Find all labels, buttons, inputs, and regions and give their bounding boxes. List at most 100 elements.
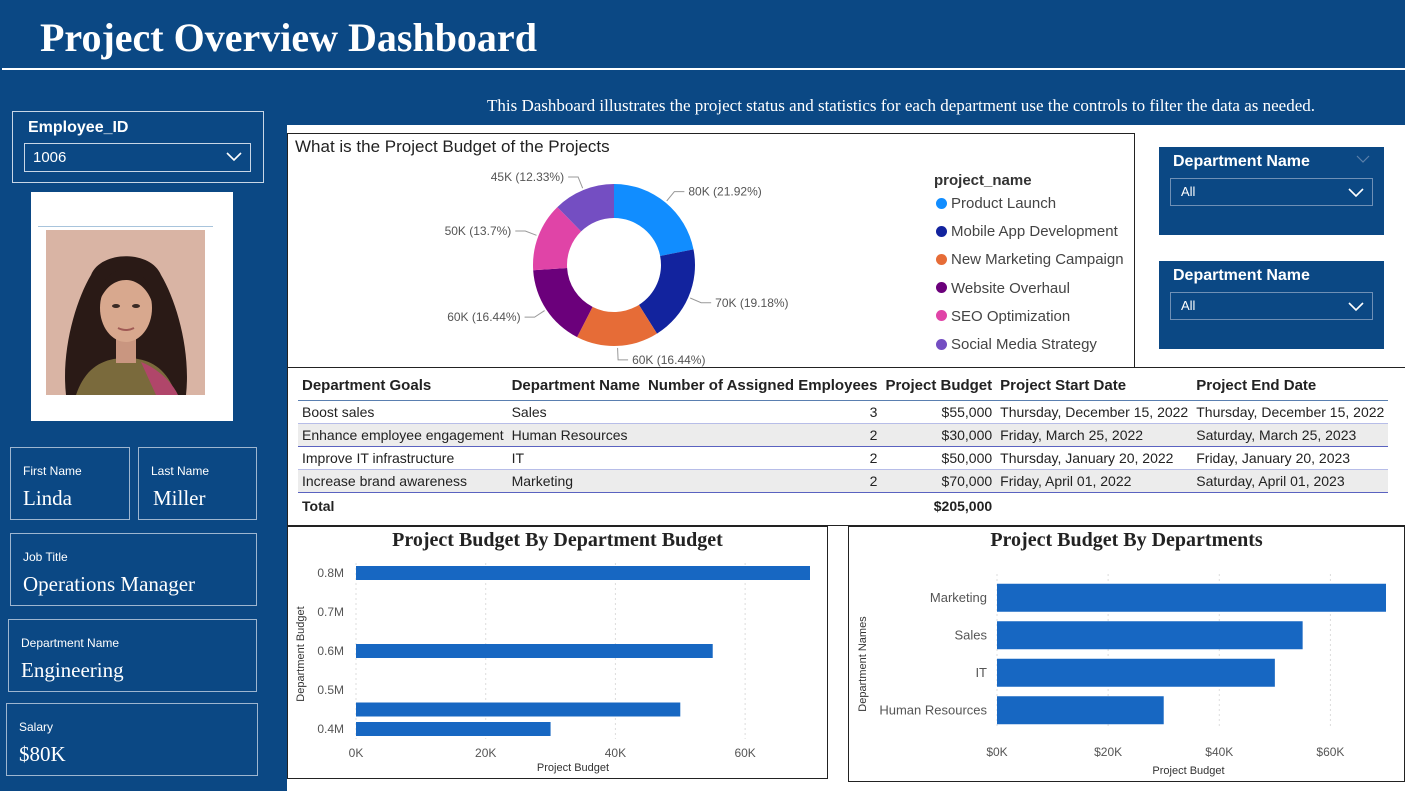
leader-line <box>617 347 629 361</box>
slice-label: 60K (16.44%) <box>447 310 520 324</box>
total-label: Total <box>302 498 335 514</box>
legend-marker <box>936 225 947 237</box>
table-cell: Increase brand awareness <box>298 469 508 493</box>
salary-value: $80K <box>19 742 66 766</box>
legend-item[interactable]: Product Launch <box>936 195 1056 212</box>
table-row[interactable]: Boost sales Sales 3 $55,000 Thursday, De… <box>298 400 1389 424</box>
table-cell: $50,000 <box>881 446 997 470</box>
column-header[interactable]: Project Start Date <box>996 372 1193 401</box>
budget-by-departments-panel: Project Budget By Departments $0K $20K $40… <box>848 526 1405 782</box>
leader-line <box>524 310 545 318</box>
table-cell: Human Resources <box>507 423 644 447</box>
legend-label: New Marketing Campaign <box>951 251 1124 269</box>
table-row[interactable]: Enhance employee engagement Human Resour… <box>298 423 1389 447</box>
table-header-row: Department Goals Department Name Number … <box>298 372 1389 401</box>
bar <box>997 621 1303 650</box>
x-tick-label: 40K <box>605 746 626 760</box>
chevron-down-icon <box>226 152 242 162</box>
legend-label: Social Media Strategy <box>951 336 1097 353</box>
column-header[interactable]: Project End Date <box>1192 372 1389 401</box>
legend-label: SEO Optimization <box>951 307 1071 325</box>
column-header[interactable]: Department Goals <box>298 372 508 401</box>
table-row[interactable]: Improve IT infrastructure IT 2 $50,000 T… <box>298 446 1389 470</box>
employee-id-dropdown[interactable]: 1006 <box>24 143 251 172</box>
table-cell: Thursday, January 20, 2022 <box>996 446 1193 470</box>
job-title-label: Job Title <box>23 550 68 564</box>
leader-line <box>666 191 685 202</box>
y-axis-label: Department Budget <box>295 606 307 701</box>
table-cell: IT <box>507 446 644 470</box>
bar <box>356 722 551 736</box>
slice-label: 80K (21.92%) <box>688 185 761 199</box>
department-slicer-1: Department Name All <box>1159 147 1384 235</box>
y-axis-label: Department Names <box>857 616 869 712</box>
y-tick-label: 0.8M <box>317 566 344 580</box>
column-header[interactable]: Number of Assigned Employees <box>643 372 882 401</box>
table-cell: $30,000 <box>881 423 997 447</box>
table-cell: Friday, January 20, 2023 <box>1192 446 1389 470</box>
portrait-image <box>46 230 205 395</box>
employee-photo-card <box>31 192 233 421</box>
table-cell: 2 <box>643 446 882 470</box>
table-cell: $70,000 <box>881 469 997 493</box>
bar <box>356 644 713 658</box>
bar <box>997 658 1275 687</box>
legend-item[interactable]: Website Overhaul <box>936 280 1070 297</box>
donut-slice <box>614 184 694 256</box>
slice-label: 45K (12.33%) <box>491 170 564 184</box>
y-tick-label: 0.4M <box>317 722 344 736</box>
table-cell: 2 <box>643 469 882 493</box>
category-label: Sales <box>954 627 987 642</box>
slice-label: 60K (16.44%) <box>632 353 705 367</box>
x-tick-label: 0K <box>349 746 364 760</box>
department-slicer-label: Department Name <box>1173 153 1310 170</box>
column-header[interactable]: Department Name <box>507 372 644 401</box>
last-name-label: Last Name <box>151 464 210 478</box>
first-name-value: Linda <box>23 486 72 510</box>
category-label: Marketing <box>930 590 987 605</box>
table-cell: $55,000 <box>881 400 997 424</box>
employee-id-slicer: Employee_ID 1006 <box>12 111 264 183</box>
legend-item[interactable]: Social Media Strategy <box>936 336 1097 353</box>
bar <box>356 566 810 580</box>
last-name-value: Miller <box>153 486 206 510</box>
project-table: Department Goals Department Name Number … <box>298 372 1389 517</box>
legend-item[interactable]: SEO Optimization <box>936 308 1070 325</box>
legend-marker <box>936 253 947 265</box>
department-label: Department Name <box>21 636 120 650</box>
employee-id-value: 1006 <box>33 149 67 166</box>
first-name-label: First Name <box>23 464 82 478</box>
x-tick-label: $40K <box>1205 745 1233 759</box>
department-dropdown-2[interactable]: All <box>1170 292 1373 320</box>
legend-label: Mobile App Development <box>951 223 1118 241</box>
legend-item[interactable]: Mobile App Development <box>936 223 1118 240</box>
chevron-down-icon <box>1356 155 1370 163</box>
leader-line <box>515 230 537 236</box>
table-row[interactable]: Increase brand awareness Marketing 2 $70… <box>298 469 1389 493</box>
department-value: Engineering <box>21 658 124 682</box>
x-axis-label: Project Budget <box>537 762 609 774</box>
legend-item[interactable]: New Marketing Campaign <box>936 251 1124 268</box>
budget-by-departments-chart: $0K $20K $40K $60K Marketing Sales IT Human Res… <box>857 574 1386 777</box>
x-axis-label: Project Budget <box>1152 765 1224 777</box>
bar <box>997 696 1164 725</box>
table-cell: Enhance employee engagement <box>298 423 508 447</box>
x-tick-label: $0K <box>986 745 1007 759</box>
x-tick-label: $60K <box>1316 745 1344 759</box>
employee-id-label: Employee_ID <box>28 119 129 136</box>
department-slicer-2: Department Name All <box>1159 261 1384 349</box>
table-cell: Improve IT infrastructure <box>298 446 508 470</box>
column-header[interactable]: Project Budget <box>881 372 997 401</box>
table-cell: Sales <box>507 400 644 424</box>
department-dropdown-1[interactable]: All <box>1170 178 1373 206</box>
title-divider <box>2 68 1405 70</box>
bar <box>356 702 681 717</box>
employee-photo <box>46 230 205 395</box>
x-tick-label: $20K <box>1094 745 1122 759</box>
project-budget-donut-panel: What is the Project Budget of the Projec… <box>287 133 1135 369</box>
page-title: Project Overview Dashboard <box>40 15 537 60</box>
legend-label: Product Launch <box>951 195 1057 212</box>
leader-line <box>689 297 712 304</box>
salary-label: Salary <box>19 720 54 734</box>
department-dropdown-value: All <box>1181 184 1196 199</box>
